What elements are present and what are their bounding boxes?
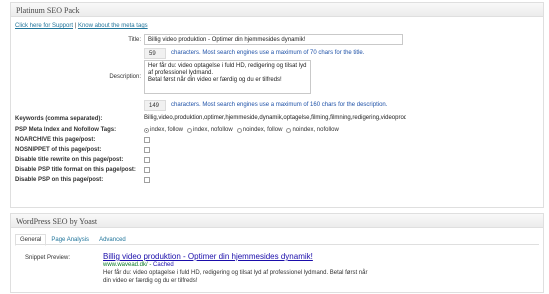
description-textarea[interactable]: Her får du: video optagelse i fuld HD, r… bbox=[144, 60, 311, 94]
radio-icon[interactable] bbox=[187, 127, 193, 133]
radio-noindex-nofollow[interactable]: noindex, nofollow bbox=[286, 127, 339, 133]
keywords-label: Keywords (comma separated): bbox=[15, 116, 103, 122]
description-char-count: 149 bbox=[144, 100, 166, 111]
title-char-count: 59 bbox=[144, 48, 166, 59]
snippet-url: www.wavead.dk/ - bbox=[103, 262, 154, 268]
meta-index-label: PSP Meta Index and Nofollow Tags: bbox=[15, 127, 117, 133]
radio-label: noindex, nofollow bbox=[292, 127, 339, 133]
title-input[interactable]: Billig video produktion - Optimer din hj… bbox=[144, 34, 403, 45]
snippet-title[interactable]: Billig video produktion - Optimer din hj… bbox=[103, 252, 373, 261]
noarchive-label: NOARCHIVE this page/post: bbox=[15, 137, 96, 143]
snippet-url-line: www.wavead.dk/ - Cached bbox=[103, 262, 373, 268]
keywords-input[interactable]: Billig,video,produktion,optimer,hjemmesi… bbox=[144, 113, 406, 124]
disable-title-rewrite-label: Disable title rewrite on this page/post: bbox=[15, 157, 124, 163]
title-label: Title: bbox=[128, 37, 141, 43]
snippet-cached-link[interactable]: Cached bbox=[153, 262, 174, 268]
disable-title-format-checkbox[interactable] bbox=[144, 167, 150, 173]
description-label: Description: bbox=[109, 74, 141, 80]
nosnippet-checkbox[interactable] bbox=[144, 147, 150, 153]
yoast-seo-box: WordPress SEO by Yoast General Page Anal… bbox=[10, 213, 544, 293]
noarchive-checkbox[interactable] bbox=[144, 137, 150, 143]
platinum-seo-pack-box: Platinum SEO Pack Click here for Support… bbox=[10, 2, 544, 208]
link-separator: | bbox=[74, 23, 77, 29]
radio-checked-icon[interactable] bbox=[144, 127, 149, 133]
radio-icon[interactable] bbox=[236, 127, 242, 133]
help-links: Click here for Support | Know about the … bbox=[15, 23, 148, 29]
radio-noindex-follow[interactable]: noindex, follow bbox=[236, 127, 283, 133]
radio-icon[interactable] bbox=[286, 127, 292, 133]
radio-label: index, nofollow bbox=[193, 127, 233, 133]
tab-divider bbox=[15, 244, 539, 245]
radio-label: index, follow bbox=[150, 127, 184, 133]
snippet-description: Her får du: video optagelse i fuld HD, r… bbox=[103, 270, 368, 284]
meta-index-radio-group: index, follow index, nofollow noindex, f… bbox=[144, 127, 339, 133]
disable-title-rewrite-checkbox[interactable] bbox=[144, 157, 150, 163]
description-hint: characters. Most search engines use a ma… bbox=[171, 102, 388, 108]
disable-psp-label: Disable PSP on this page/post: bbox=[15, 177, 104, 183]
disable-title-format-label: Disable PSP title format on this page/po… bbox=[15, 167, 136, 173]
nosnippet-label: NOSNIPPET of this page/post: bbox=[15, 147, 102, 153]
meta-tags-link[interactable]: Know about the meta tags bbox=[78, 23, 148, 29]
title-hint: characters. Most search engines use a ma… bbox=[171, 50, 365, 56]
disable-psp-checkbox[interactable] bbox=[144, 177, 150, 183]
snippet-preview-label: Snippet Preview: bbox=[25, 255, 71, 261]
radio-index-follow[interactable]: index, follow bbox=[144, 127, 183, 133]
support-link[interactable]: Click here for Support bbox=[15, 23, 73, 29]
radio-index-nofollow[interactable]: index, nofollow bbox=[187, 127, 233, 133]
box-title: Platinum SEO Pack bbox=[11, 3, 543, 17]
snippet-preview: Billig video produktion - Optimer din hj… bbox=[103, 252, 373, 285]
box-title: WordPress SEO by Yoast bbox=[11, 214, 543, 228]
radio-label: noindex, follow bbox=[242, 127, 283, 133]
